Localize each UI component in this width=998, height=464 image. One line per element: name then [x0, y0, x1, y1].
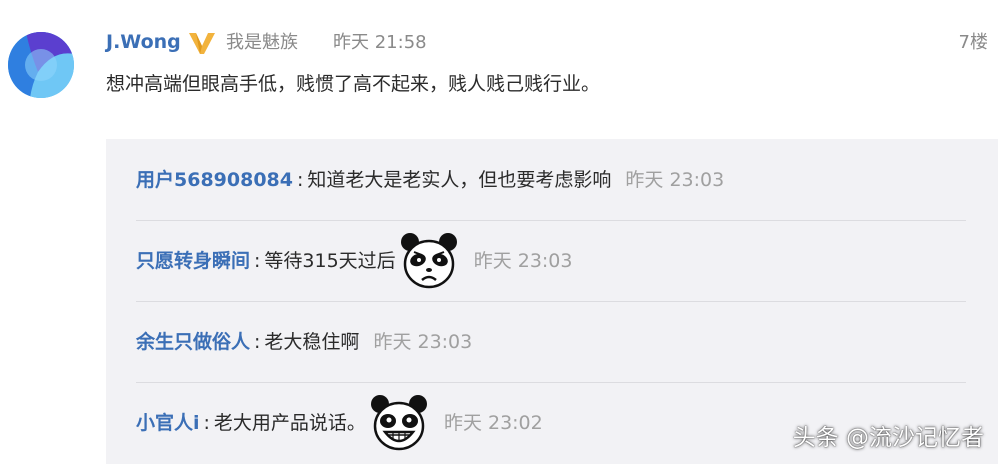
comments-panel: 用户568908084 : 知道老大是老实人，但也要考虑影响 昨天 23:03 … [106, 139, 998, 464]
comment-username[interactable]: 用户568908084 [136, 166, 293, 194]
comment-username[interactable]: 小官人i [136, 409, 200, 437]
grinning-panda-icon [370, 395, 427, 451]
comment-item: 用户568908084 : 知道老大是老实人，但也要考虑影响 昨天 23:03 [136, 160, 724, 200]
watermark: 头条 @流沙记忆者 [792, 425, 984, 451]
avatar[interactable] [8, 32, 74, 98]
weibo-post: J.Wong 我是魅族 昨天 21:58 7楼 想冲高端但眼高手低，贱惯了高不起… [0, 0, 998, 464]
comment-divider [136, 301, 966, 302]
comment-divider [136, 382, 966, 383]
sad-panda-icon [400, 233, 457, 289]
comment-item: 余生只做俗人 : 老大稳住啊 昨天 23:03 [136, 322, 472, 362]
post-content: 想冲高端但眼高手低，贱惯了高不起来，贱人贱己贱行业。 [106, 73, 601, 95]
comment-timestamp: 昨天 23:03 [373, 331, 473, 353]
floor-number: 7楼 [958, 32, 988, 53]
comment-username[interactable]: 只愿转身瞬间 [136, 247, 250, 275]
comment-text: 知道老大是老实人，但也要考虑影响 [307, 169, 612, 191]
comment-timestamp: 昨天 23:02 [443, 412, 543, 434]
post-author-name[interactable]: J.Wong [106, 29, 181, 55]
comment-separator: : [296, 169, 304, 191]
comment-item: 小官人i : 老大用产品说话。 昨天 23:02 [136, 395, 543, 451]
comment-separator: : [254, 250, 261, 272]
comment-timestamp: 昨天 23:03 [625, 169, 725, 191]
verified-v-icon [189, 33, 215, 54]
comment-text: 老大稳住啊 [264, 331, 360, 353]
comment-text: 老大用产品说话。 [213, 412, 366, 434]
comment-timestamp: 昨天 23:03 [473, 250, 573, 272]
comment-divider [136, 220, 966, 221]
comment-text: 等待315天过后 [264, 250, 396, 272]
comment-separator: : [203, 412, 210, 434]
comment-separator: : [254, 331, 261, 353]
comment-username[interactable]: 余生只做俗人 [136, 328, 250, 356]
post-timestamp: 昨天 21:58 [333, 32, 427, 53]
post-source[interactable]: 我是魅族 [226, 30, 298, 56]
comment-item: 只愿转身瞬间 : 等待315天过后 昨天 23:03 [136, 233, 573, 289]
